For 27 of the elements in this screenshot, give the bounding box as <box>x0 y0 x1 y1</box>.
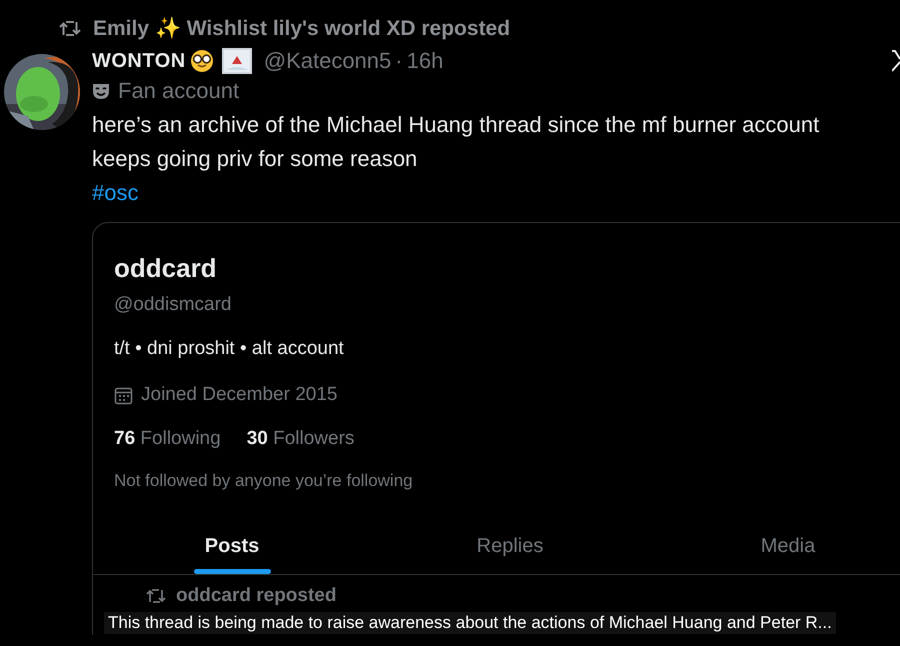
following-link[interactable]: 76 Following <box>114 428 221 450</box>
profile-tab[interactable]: Replies <box>371 535 649 574</box>
nerd-emoji-icon <box>190 49 214 73</box>
picture-emoji-icon <box>222 48 252 74</box>
mask-icon <box>92 82 110 100</box>
image-caption: This thread is being made to raise awareness about the actions of Michael Huang and Peter R... <box>104 612 836 634</box>
account-label: Fan account <box>118 78 240 104</box>
display-name[interactable]: WONTON <box>92 50 186 72</box>
logo-icon <box>892 48 900 74</box>
post-time[interactable]: 16h <box>406 48 444 74</box>
repost-label: oddcard reposted <box>176 585 336 607</box>
joined-date: Joined December 2015 <box>141 384 338 406</box>
profile-name: oddcard <box>114 253 218 284</box>
repost-label: Emily ✨ Wishlist lily's world XD reposted <box>93 16 510 41</box>
profile-bio: t/t • dni proshit • alt account <box>114 338 345 360</box>
repost-icon <box>59 20 81 37</box>
profile-tab[interactable]: Media <box>649 535 900 574</box>
followers-link[interactable]: 30 Followers <box>246 428 354 450</box>
user-handle[interactable]: @Kateconn5 <box>264 48 392 74</box>
post-text: here’s an archive of the Michael Huang thread since the mf burner account keeps going priv for some reason <box>92 111 820 173</box>
followed-by-note: Not followed by anyone you’re following <box>114 471 414 491</box>
repost-icon <box>146 588 166 604</box>
calendar-icon <box>114 386 133 404</box>
profile-tab[interactable]: Posts <box>93 535 371 574</box>
separator-dot: · <box>395 48 403 74</box>
profile-handle: @oddismcard <box>114 294 232 316</box>
hashtag-link[interactable]: #osc <box>92 176 138 210</box>
